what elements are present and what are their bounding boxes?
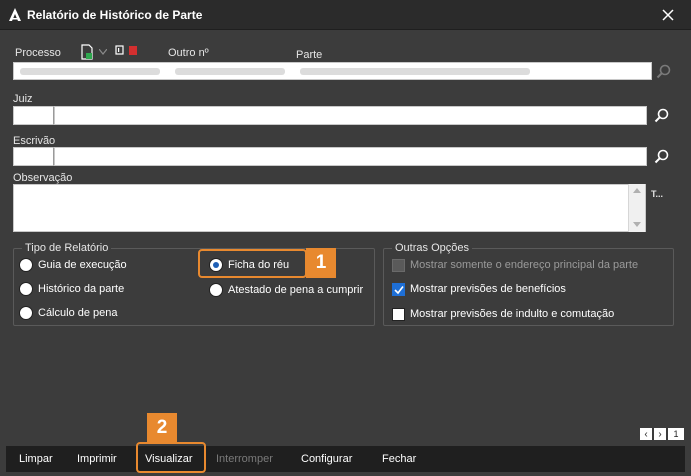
observacao-field[interactable] [13,184,646,232]
pager-next-button[interactable]: › [654,428,666,440]
juiz-search-icon[interactable] [654,108,670,124]
check-endereco-principal[interactable]: Mostrar somente o endereço principal da … [392,257,638,273]
callout-highlight-2 [136,442,206,473]
window-title: Relatório de Histórico de Parte [27,8,203,22]
search-icon[interactable] [656,64,672,80]
redacted-parte [300,68,530,75]
configurar-button[interactable]: Configurar [301,453,352,465]
redacted-processo [20,68,160,75]
observacao-label: Observação [13,172,73,184]
check-label: Mostrar previsões de indulto e comutação [410,308,615,320]
text-format-button[interactable]: T... [651,189,663,199]
pager-page-number: 1 [668,428,684,440]
check-indulto-comutacao[interactable]: Mostrar previsões de indulto e comutação [392,306,614,322]
limpar-button[interactable]: Limpar [19,453,53,465]
escrivao-label: Escrivão [13,135,56,147]
close-icon [662,9,674,21]
callout-badge-2: 2 [147,413,177,443]
title-bar: Relatório de Histórico de Parte [0,0,691,30]
radio-historico-parte[interactable]: Histórico da parte [19,281,124,297]
checkbox-disabled[interactable] [392,258,405,272]
imprimir-button[interactable]: Imprimir [77,453,117,465]
fechar-button[interactable]: Fechar [382,453,416,465]
radio-circle[interactable] [19,258,33,272]
scroll-up-icon[interactable] [633,188,641,193]
radio-circle[interactable] [19,306,33,320]
redacted-outro-n [175,68,285,75]
checkbox-checked[interactable] [392,282,405,296]
pager: ‹ › 1 [640,428,684,440]
flag-icon[interactable] [115,45,139,57]
juiz-label: Juiz [13,93,33,105]
app-logo-icon [9,8,21,21]
new-document-icon[interactable] [80,44,94,60]
outras-opcoes-title: Outras Opções [392,242,472,254]
radio-label: Cálculo de pena [38,307,118,319]
chevron-down-icon[interactable] [99,49,107,55]
scroll-down-icon[interactable] [633,222,641,227]
interromper-button[interactable]: Interromper [216,453,273,465]
close-button[interactable] [645,0,691,30]
radio-calculo-pena[interactable]: Cálculo de pena [19,305,118,321]
escrivao-name-field[interactable] [54,147,647,166]
radio-label: Guia de execução [38,259,127,271]
parte-label: Parte [296,49,323,61]
processo-label: Processo [15,47,61,59]
escrivao-search-icon[interactable] [654,149,670,165]
juiz-code-field[interactable] [13,106,54,125]
escrivao-code-field[interactable] [13,147,54,166]
check-previsoes-beneficios[interactable]: Mostrar previsões de benefícios [392,281,566,297]
radio-circle[interactable] [19,282,33,296]
tipo-relatorio-title: Tipo de Relatório [22,242,112,254]
radio-circle[interactable] [209,283,223,297]
pager-prev-button[interactable]: ‹ [640,428,652,440]
observacao-scrollbar[interactable] [628,184,645,232]
callout-highlight-1 [198,249,307,278]
check-label: Mostrar somente o endereço principal da … [410,259,639,271]
bottom-toolbar: Limpar Imprimir Visualizar Interromper C… [6,446,685,472]
radio-label: Histórico da parte [38,283,125,295]
outro-n-label: Outro nº [168,47,209,59]
juiz-name-field[interactable] [54,106,647,125]
checkmark-icon [394,285,404,294]
check-label: Mostrar previsões de benefícios [410,283,566,295]
radio-atestado-pena[interactable]: Atestado de pena a cumprir [209,282,363,298]
callout-badge-1: 1 [306,248,336,278]
radio-guia-execucao[interactable]: Guia de execução [19,257,127,273]
checkbox[interactable] [392,307,405,321]
radio-label: Atestado de pena a cumprir [228,284,364,296]
